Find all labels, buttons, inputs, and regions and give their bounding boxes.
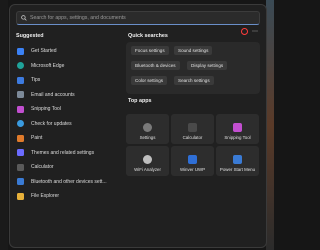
search-input[interactable] <box>27 15 230 21</box>
edge-icon <box>17 62 24 70</box>
get-started-icon <box>17 47 24 55</box>
more-options-icon[interactable]: ⋯ <box>252 29 258 35</box>
snipping-tool-icon <box>17 105 24 113</box>
app-tile-snipping-tool[interactable]: Snipping Tool <box>216 114 259 144</box>
list-item[interactable]: Snipping Tool <box>14 102 118 117</box>
settings-icon <box>143 123 152 132</box>
app-tile-calculator[interactable]: Calculator <box>171 114 214 144</box>
quick-search-chip[interactable]: Focus settings <box>131 46 169 55</box>
themes-icon <box>17 149 24 157</box>
list-item[interactable]: Paint <box>14 131 118 146</box>
file-explorer-icon <box>17 192 24 200</box>
app-tile-power-start-menu[interactable]: Power Start Menu <box>216 146 259 176</box>
calculator-icon <box>17 163 24 171</box>
email-accounts-icon <box>17 91 24 99</box>
suggested-list: Get Started Microsoft Edge Tips Email an… <box>14 44 118 204</box>
desktop-wallpaper-edge <box>266 0 274 250</box>
record-icon[interactable] <box>241 28 248 35</box>
quick-search-chip[interactable]: Sound settings <box>174 46 213 55</box>
list-item[interactable]: Bluetooth and other devices sett... <box>14 175 118 190</box>
search-panel: ⋯ Suggested Get Started Microsoft Edge T… <box>9 4 267 248</box>
quick-searches-panel: Focus settings Sound settings Bluetooth … <box>126 42 260 94</box>
quick-search-chip[interactable]: Display settings <box>187 61 228 70</box>
app-tile-wifi-analyzer[interactable]: WiFi Analyzer <box>126 146 169 176</box>
quick-search-chip[interactable]: Color settings <box>131 76 168 85</box>
list-item[interactable]: Calculator <box>14 160 118 175</box>
list-item[interactable]: Check for updates <box>14 117 118 132</box>
app-tile-winver[interactable]: Winver UWP <box>171 146 214 176</box>
list-item[interactable]: Email and accounts <box>14 88 118 103</box>
list-item[interactable]: Microsoft Edge <box>14 59 118 74</box>
tips-icon <box>17 76 24 84</box>
quick-search-chip[interactable]: Search settings <box>174 76 214 85</box>
list-item[interactable]: Get Started <box>14 44 118 59</box>
list-item[interactable]: Tips <box>14 73 118 88</box>
header-actions: ⋯ <box>241 28 258 35</box>
paint-icon <box>17 134 24 142</box>
snipping-tool-icon <box>233 123 242 132</box>
update-icon <box>17 120 24 128</box>
bluetooth-icon <box>17 178 24 186</box>
top-apps-heading: Top apps <box>128 98 152 104</box>
wifi-analyzer-icon <box>143 155 152 164</box>
app-tile-settings[interactable]: Settings <box>126 114 169 144</box>
quick-searches-heading: Quick searches <box>128 33 168 39</box>
suggested-heading: Suggested <box>16 33 44 39</box>
search-box[interactable] <box>16 11 260 25</box>
calculator-icon <box>188 123 197 132</box>
desktop-left-edge <box>0 0 8 250</box>
list-item[interactable]: Themes and related settings <box>14 146 118 161</box>
quick-search-chip[interactable]: Bluetooth & devices <box>131 61 180 70</box>
power-start-menu-icon <box>233 155 242 164</box>
winver-icon <box>188 155 197 164</box>
list-item[interactable]: File Explorer <box>14 189 118 204</box>
